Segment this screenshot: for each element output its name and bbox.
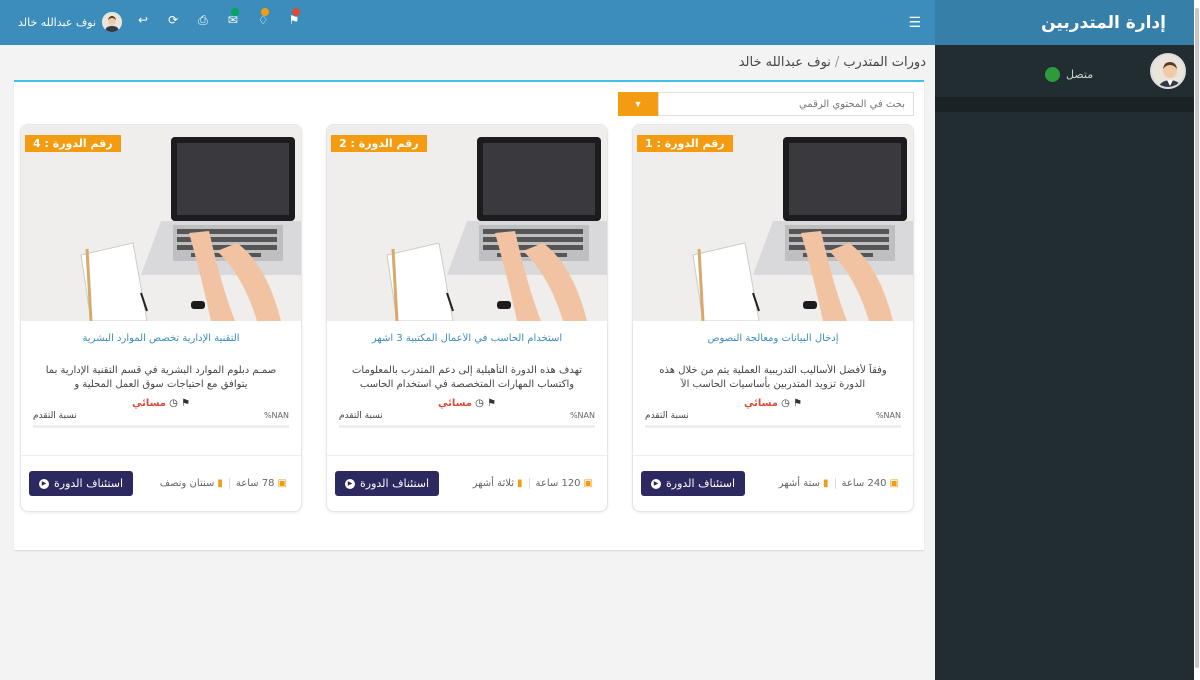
print-icon[interactable]: ⎙ bbox=[198, 13, 208, 28]
calendar-icon: ▣ bbox=[277, 478, 287, 489]
play-icon: ▶ bbox=[39, 478, 49, 489]
mail-icon[interactable]: ✉ bbox=[228, 8, 239, 28]
course-meta: ⚑ ◷ مسائي bbox=[327, 398, 607, 409]
resume-course-button[interactable]: استئناف الدورة ▶ bbox=[335, 471, 440, 496]
navbar-icons: ↩ ⟳ ⎙ ✉ ♢ ⚑ bbox=[138, 8, 300, 28]
hamburger-icon[interactable]: ☰ bbox=[908, 15, 921, 31]
progress-row: نسبة التقدم %NAN bbox=[633, 411, 913, 421]
progress-label: نسبة التقدم bbox=[339, 411, 383, 421]
course-number-badge: رقم الدورة : 2 bbox=[331, 135, 427, 152]
course-card-1: رقم الدورة : 1 إدخال البيانات ومعالجة ال… bbox=[632, 124, 914, 512]
course-image: رقم الدورة : 1 bbox=[633, 125, 913, 321]
book-icon: ▮ bbox=[517, 478, 523, 489]
progress-bar bbox=[339, 425, 595, 428]
course-duration: ▮ سنتان ونصف bbox=[154, 478, 230, 489]
progress-label: نسبة التقدم bbox=[645, 411, 689, 421]
search-bar: ▼ bbox=[618, 92, 914, 116]
clock-icon: ◷ bbox=[781, 398, 790, 409]
book-icon: ▮ bbox=[823, 478, 829, 489]
course-title[interactable]: التقنية الإدارية تخصص الموارد البشرية bbox=[21, 333, 301, 344]
progress-bar bbox=[33, 425, 289, 428]
flag-icon: ⚑ bbox=[793, 398, 803, 409]
avatar bbox=[1150, 53, 1186, 89]
flag-icon: ⚑ bbox=[181, 398, 191, 409]
messages-icon[interactable]: ⚑ bbox=[289, 8, 300, 28]
course-footer: ▣ 120 ساعة ▮ ثلاثة أشهر استئناف الدورة ▶ bbox=[327, 455, 607, 511]
progress-row: نسبة التقدم %NAN bbox=[21, 411, 301, 421]
courses-panel: ▼ بحث في المحتوي الرقمي رقم الدورة: 1 إ… bbox=[14, 80, 924, 550]
page-scrollbar[interactable] bbox=[1194, 0, 1200, 680]
book-icon: ▮ bbox=[217, 478, 223, 489]
course-hours: ▣ 120 ساعة bbox=[535, 478, 593, 489]
flag-icon: ⚑ bbox=[487, 398, 497, 409]
course-card-4: رقم الدورة : 4 التقنية الإدارية تخصص الم… bbox=[20, 124, 302, 512]
progress-percent: %NAN bbox=[569, 411, 595, 420]
breadcrumb: دورات المتدرب/نوف عبدالله خالد bbox=[738, 55, 926, 70]
navbar-avatar bbox=[102, 12, 123, 32]
course-period: مسائي bbox=[437, 398, 472, 409]
progress-percent: %NAN bbox=[263, 411, 289, 420]
course-number-badge: رقم الدورة : 4 bbox=[25, 135, 121, 152]
navbar-user[interactable]: نوف عبدالله خالد bbox=[18, 12, 123, 32]
course-hours: ▣ 240 ساعة bbox=[841, 478, 899, 489]
course-duration: ▮ ستة أشهر bbox=[773, 478, 836, 489]
progress-row: نسبة التقدم %NAN bbox=[327, 411, 607, 421]
course-meta: ⚑ ◷ مسائي bbox=[633, 398, 913, 409]
course-image: رقم الدورة : 2 bbox=[327, 125, 607, 321]
brand-title[interactable]: إدارة المتدربين bbox=[935, 0, 1194, 45]
course-duration: ▮ ثلاثة أشهر bbox=[467, 478, 530, 489]
progress-percent: %NAN bbox=[875, 411, 901, 420]
course-description: صمـم دبلوم الموارد البشرية في قسم التقني… bbox=[45, 365, 277, 390]
course-period: مسائي bbox=[743, 398, 778, 409]
sidebar: إدارة المتدربين متصل bbox=[935, 0, 1194, 680]
top-navbar: ☰ ↩ ⟳ ⎙ ✉ ♢ ⚑ نوف عبدالله خالد bbox=[0, 0, 935, 45]
breadcrumb-section[interactable]: دورات المتدرب bbox=[843, 55, 926, 70]
calendar-icon: ▣ bbox=[583, 478, 593, 489]
course-hours: ▣ 78 ساعة bbox=[235, 478, 287, 489]
progress-bar bbox=[645, 425, 901, 428]
refresh-icon[interactable]: ⟳ bbox=[168, 13, 178, 28]
filter-button[interactable]: ▼ bbox=[618, 92, 658, 116]
course-footer: ▣ 240 ساعة ▮ ستة أشهر استئناف الدورة ▶ bbox=[633, 455, 913, 511]
course-title[interactable]: استخدام الحاسب في الأعمال المكتبية 3 اشه… bbox=[327, 333, 607, 344]
course-period: مسائي bbox=[131, 398, 166, 409]
course-meta: ⚑ ◷ مسائي bbox=[21, 398, 301, 409]
resume-course-button[interactable]: استئناف الدورة ▶ bbox=[29, 471, 134, 496]
online-status: متصل bbox=[1045, 66, 1094, 82]
play-icon: ▶ bbox=[345, 478, 355, 489]
back-icon[interactable]: ↩ bbox=[138, 13, 148, 28]
course-number-badge: رقم الدورة : 1 bbox=[637, 135, 733, 152]
online-status-label: متصل bbox=[1066, 67, 1094, 81]
filter-icon: ▼ bbox=[633, 99, 643, 109]
resume-course-button[interactable]: استئناف الدورة ▶ bbox=[641, 471, 746, 496]
course-description: تهدف هذه الدورة التأهيلية إلى دعم المتدر… bbox=[352, 365, 582, 390]
course-title[interactable]: إدخال البيانات ومعالجة النصوص bbox=[633, 333, 913, 344]
sidebar-divider bbox=[935, 97, 1194, 112]
course-image: رقم الدورة : 4 bbox=[21, 125, 301, 321]
play-icon: ▶ bbox=[651, 478, 661, 489]
breadcrumb-current: نوف عبدالله خالد bbox=[738, 55, 831, 70]
navbar-user-name: نوف عبدالله خالد bbox=[18, 15, 97, 29]
search-input[interactable] bbox=[658, 92, 914, 116]
calendar-icon: ▣ bbox=[889, 478, 899, 489]
progress-label: نسبة التقدم bbox=[33, 411, 77, 421]
online-dot-icon bbox=[1045, 66, 1060, 82]
notifications-icon[interactable]: ♢ bbox=[258, 8, 269, 28]
user-panel: متصل bbox=[935, 45, 1194, 97]
clock-icon: ◷ bbox=[475, 398, 484, 409]
course-footer: ▣ 78 ساعة ▮ سنتان ونصف استئناف الدورة ▶ bbox=[21, 455, 301, 511]
course-card-2: رقم الدورة : 2 استخدام الحاسب في الأعمال… bbox=[326, 124, 608, 512]
course-description: وفقاً لأفضل الأساليب التدريبية العملية ي… bbox=[659, 365, 887, 390]
clock-icon: ◷ bbox=[169, 398, 178, 409]
